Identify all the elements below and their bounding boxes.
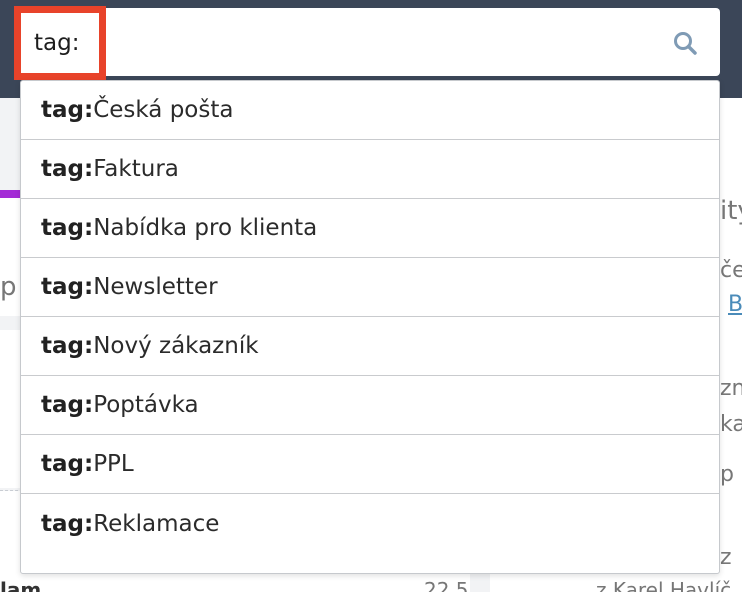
- suggestion-item-faktura[interactable]: tag: Faktura: [21, 140, 719, 199]
- suggestion-item-newsletter[interactable]: tag: Newsletter: [21, 258, 719, 317]
- search-query-prefix: tag:: [34, 30, 80, 56]
- suggestion-label: Newsletter: [93, 274, 218, 300]
- suggestion-label: Faktura: [93, 156, 179, 182]
- suggestion-prefix: tag:: [41, 97, 94, 123]
- suggestion-label: Reklamace: [93, 510, 220, 537]
- background-text: p: [0, 272, 17, 302]
- tag-suggestions-dropdown: tag: Česká pošta tag: Faktura tag: Nabídka …: [20, 80, 720, 574]
- suggestion-label: Česká pošta: [93, 97, 234, 123]
- background-text: z Karel Havlíč: [596, 578, 732, 592]
- suggestion-prefix: tag:: [41, 392, 94, 418]
- background-accent-strip: [0, 190, 20, 198]
- suggestion-prefix: tag:: [41, 333, 94, 359]
- suggestion-item-nabidka-pro-klienta[interactable]: tag: Nabídka pro klienta: [21, 199, 719, 258]
- suggestion-label: Poptávka: [93, 392, 199, 418]
- search-icon[interactable]: [672, 30, 698, 56]
- suggestion-label: Nabídka pro klienta: [93, 215, 318, 241]
- suggestion-item-novy-zakaznik[interactable]: tag: Nový zákazník: [21, 317, 719, 376]
- suggestion-item-ppl[interactable]: tag: PPL: [21, 435, 719, 494]
- background-text: če: [720, 258, 742, 283]
- background-text: z: [720, 545, 732, 570]
- background-text: ity: [720, 196, 742, 226]
- suggestion-prefix: tag:: [41, 451, 94, 477]
- suggestion-prefix: tag:: [41, 215, 94, 241]
- background-text: ka: [720, 412, 742, 437]
- background-card: [0, 330, 20, 488]
- background-text: zn: [720, 376, 742, 401]
- search-input[interactable]: [14, 8, 664, 76]
- background-text: lam: [0, 578, 42, 592]
- background-text: p: [720, 462, 734, 487]
- suggestion-item-poptavka[interactable]: tag: Poptávka: [21, 376, 719, 435]
- suggestion-prefix: tag:: [41, 156, 94, 182]
- suggestion-item-reklamace[interactable]: tag: Reklamace: [21, 494, 719, 553]
- suggestion-label: Nový zákazník: [93, 333, 259, 359]
- suggestion-item-ceska-posta[interactable]: tag: Česká pošta: [21, 81, 719, 140]
- suggestion-prefix: tag:: [41, 510, 94, 537]
- suggestion-prefix: tag:: [41, 274, 94, 300]
- background-link[interactable]: B: [728, 292, 742, 317]
- search-tag-prefix-highlight[interactable]: tag:: [14, 6, 106, 80]
- background-text: 22.5: [424, 578, 469, 592]
- suggestion-label: PPL: [93, 451, 134, 477]
